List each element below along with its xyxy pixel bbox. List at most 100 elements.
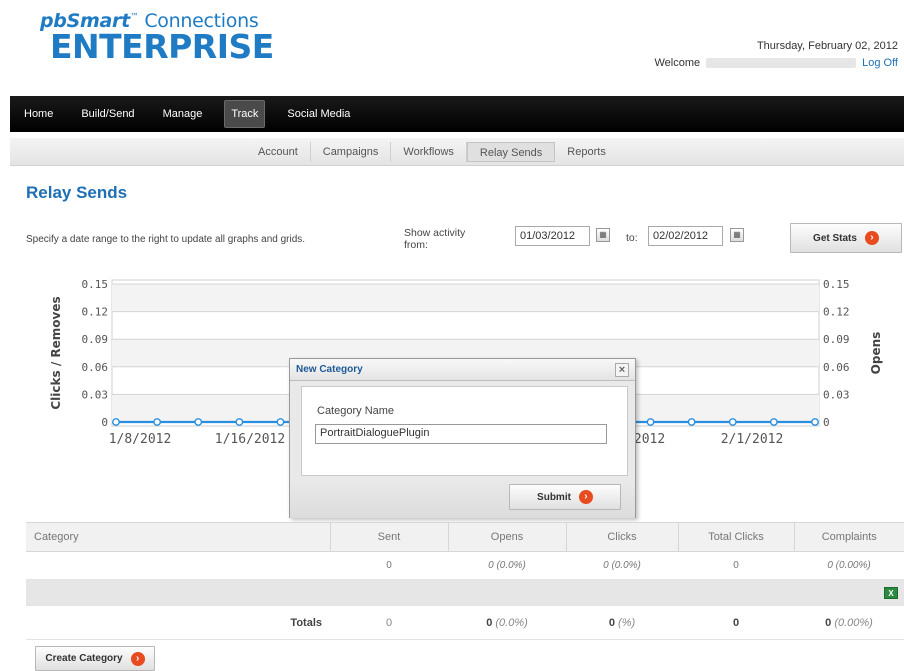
- data-point: [769, 418, 778, 426]
- subnav-reports[interactable]: Reports: [555, 142, 618, 162]
- cell-clicks: 0 (0.0%): [566, 551, 678, 580]
- y-axis-title-right: Opens: [869, 332, 883, 375]
- totals-sent: 0: [330, 605, 448, 640]
- cell-category: [26, 551, 330, 580]
- y-tick-label-left: 0: [101, 416, 108, 429]
- from-date-input[interactable]: 01/03/2012: [515, 226, 590, 246]
- welcome-label: Welcome: [654, 57, 701, 69]
- category-name-input[interactable]: PortraitDialoguePlugin: [315, 424, 607, 444]
- nav-track[interactable]: Track: [224, 100, 266, 128]
- y-axis-title-left: Clicks / Removes: [49, 296, 63, 409]
- nav-home[interactable]: Home: [10, 96, 67, 132]
- nav-manage[interactable]: Manage: [149, 96, 217, 132]
- sub-nav: Account Campaigns Workflows Relay Sends …: [10, 138, 904, 166]
- complaints-pct: (0.00%): [835, 560, 871, 571]
- dialog-header: New Category ×: [290, 359, 635, 381]
- dialog-footer: Submit ›: [290, 480, 635, 518]
- clicks-pct: (0.0%): [611, 560, 641, 571]
- y-tick-label-right: 0.12: [823, 306, 850, 319]
- nav-social-media[interactable]: Social Media: [273, 96, 364, 132]
- totals-opens-value: 0: [486, 616, 493, 629]
- totals-clicks-pct: (%): [618, 616, 636, 629]
- data-point: [153, 418, 162, 426]
- y-tick-label-left: 0.12: [82, 306, 109, 319]
- data-point: [276, 418, 285, 426]
- totals-total-clicks: 0: [678, 605, 794, 640]
- main-nav: Home Build/Send Manage Track Social Medi…: [10, 96, 904, 132]
- page-title: Relay Sends: [26, 183, 128, 202]
- grid-band: [112, 284, 819, 312]
- opens-value: 0: [488, 560, 494, 571]
- y-tick-label-right: 0.15: [823, 278, 850, 291]
- x-tick-label: 2/1/2012: [721, 432, 784, 447]
- cell-sent: 0: [330, 551, 448, 580]
- calendar-icon[interactable]: ▦: [730, 228, 744, 242]
- to-date-input[interactable]: 02/02/2012: [648, 226, 723, 246]
- totals-clicks-value: 0: [608, 616, 615, 629]
- y-tick-label-left: 0.03: [82, 388, 109, 401]
- calendar-icon[interactable]: ▦: [596, 228, 610, 242]
- totals-complaints-value: 0: [825, 616, 832, 629]
- y-tick-label-left: 0.09: [82, 333, 109, 346]
- create-category-label: Create Category: [45, 653, 123, 664]
- subnav-workflows[interactable]: Workflows: [391, 141, 467, 162]
- new-category-dialog: New Category × Category Name PortraitDia…: [289, 358, 636, 518]
- subnav-account[interactable]: Account: [246, 141, 311, 162]
- close-icon[interactable]: ×: [615, 363, 629, 377]
- col-total-clicks[interactable]: Total Clicks: [678, 522, 795, 552]
- x-tick-label: 1/8/2012: [109, 432, 172, 447]
- y-ticks-right: 0.15 0.12 0.09 0.06 0.03 0: [823, 278, 850, 429]
- data-point: [646, 418, 655, 426]
- totals-label: Totals: [26, 605, 330, 640]
- y-tick-label-right: 0.03: [823, 388, 850, 401]
- totals-clicks: 0 (%): [566, 605, 678, 640]
- nav-build-send[interactable]: Build/Send: [67, 96, 148, 132]
- totals-opens: 0 (0.0%): [448, 605, 566, 640]
- col-category[interactable]: Category: [26, 522, 331, 552]
- y-tick-label-right: 0.06: [823, 361, 850, 374]
- col-opens[interactable]: Opens: [448, 522, 567, 552]
- logo: pbSmart™ Connections ENTERPRISE: [40, 10, 274, 66]
- date-range-instructions: Specify a date range to the right to upd…: [26, 234, 306, 245]
- arrow-right-circle-icon: ›: [864, 231, 879, 245]
- totals-row: Totals 0 0 (0.0%) 0 (%) 0 0 (0.00%): [26, 605, 904, 640]
- subnav-relay-sends[interactable]: Relay Sends: [466, 141, 556, 162]
- x-tick-label: 1/16/2012: [215, 432, 285, 447]
- get-stats-button[interactable]: Get Stats ›: [790, 223, 902, 253]
- y-tick-label-left: 0.06: [82, 361, 109, 374]
- category-name-label: Category Name: [317, 405, 395, 417]
- export-row-spacer: [26, 579, 794, 606]
- opens-pct: (0.0%): [496, 560, 526, 571]
- col-clicks[interactable]: Clicks: [566, 522, 679, 552]
- y-ticks-left: 0.15 0.12 0.09 0.06 0.03 0: [82, 278, 109, 429]
- arrow-right-circle-icon: ›: [130, 651, 145, 666]
- redacted-username: [706, 58, 857, 68]
- complaints-value: 0: [827, 560, 833, 571]
- totals-opens-pct: (0.0%): [495, 616, 528, 629]
- data-point: [687, 418, 696, 426]
- excel-export-icon[interactable]: X: [884, 586, 898, 599]
- cell-opens: 0 (0.0%): [448, 551, 566, 580]
- col-sent[interactable]: Sent: [330, 522, 449, 552]
- data-point: [811, 418, 819, 426]
- subnav-campaigns[interactable]: Campaigns: [311, 141, 392, 162]
- totals-complaints: 0 (0.00%): [794, 605, 904, 640]
- dialog-body: Category Name PortraitDialoguePlugin: [301, 386, 628, 476]
- show-activity-label: Show activity from:: [404, 227, 466, 251]
- categories-grid: Category Sent Opens Clicks Total Clicks …: [26, 522, 904, 640]
- create-category-button[interactable]: Create Category ›: [35, 646, 155, 671]
- logoff-link[interactable]: Log Off: [862, 57, 898, 69]
- export-row: X: [26, 579, 904, 606]
- table-row: 0 0 (0.0%) 0 (0.0%) 0 0 (0.00%): [26, 551, 904, 580]
- col-complaints[interactable]: Complaints: [794, 522, 904, 552]
- submit-label: Submit: [537, 491, 571, 503]
- data-point: [112, 418, 120, 426]
- logo-edition: ENTERPRISE: [50, 27, 274, 66]
- cell-complaints: 0 (0.00%): [794, 551, 904, 580]
- arrow-right-circle-icon: ›: [578, 490, 593, 504]
- current-date: Thursday, February 02, 2012: [756, 40, 898, 52]
- export-cell: X: [794, 579, 904, 606]
- submit-button[interactable]: Submit ›: [509, 484, 621, 510]
- data-point: [728, 418, 737, 426]
- clicks-value: 0: [603, 560, 609, 571]
